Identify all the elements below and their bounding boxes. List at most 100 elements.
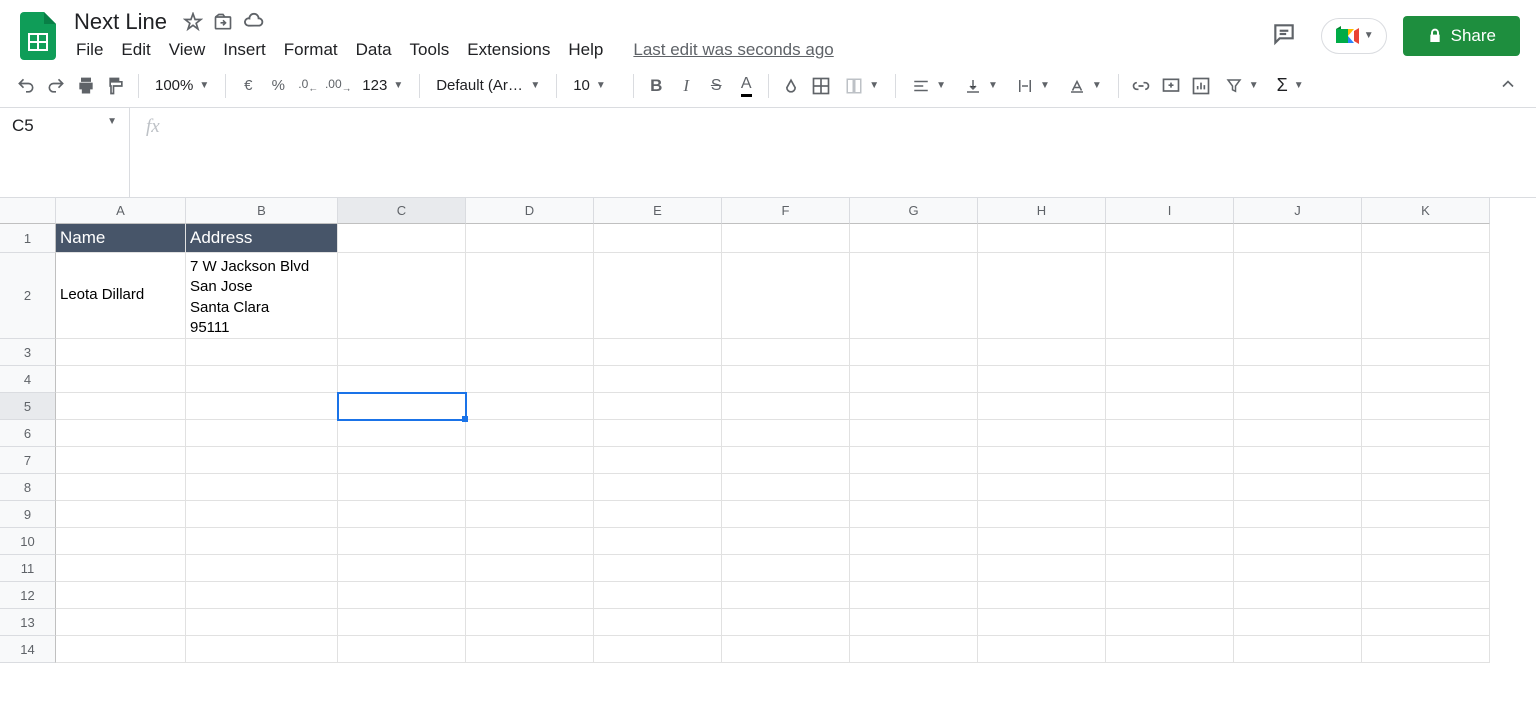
cell-I9[interactable] xyxy=(1106,501,1234,528)
more-formats-button[interactable]: 123▼ xyxy=(354,72,411,100)
cell-G6[interactable] xyxy=(850,420,978,447)
cell-B7[interactable] xyxy=(186,447,338,474)
cell-J7[interactable] xyxy=(1234,447,1362,474)
cell-J10[interactable] xyxy=(1234,528,1362,555)
cell-D11[interactable] xyxy=(466,555,594,582)
cell-D9[interactable] xyxy=(466,501,594,528)
cell-F7[interactable] xyxy=(722,447,850,474)
spreadsheet-grid[interactable]: A B C D E F G H I J K 1 Name Address 2 L… xyxy=(0,198,1536,663)
cell-E3[interactable] xyxy=(594,339,722,366)
cell-E5[interactable] xyxy=(594,393,722,420)
insert-chart-button[interactable] xyxy=(1187,72,1215,100)
vertical-align-button[interactable]: ▼ xyxy=(956,72,1006,100)
cell-F12[interactable] xyxy=(722,582,850,609)
cell-C10[interactable] xyxy=(338,528,466,555)
cell-H14[interactable] xyxy=(978,636,1106,663)
cell-G2[interactable] xyxy=(850,253,978,339)
cell-H4[interactable] xyxy=(978,366,1106,393)
text-color-button[interactable]: A xyxy=(732,72,760,100)
cell-F2[interactable] xyxy=(722,253,850,339)
cell-I7[interactable] xyxy=(1106,447,1234,474)
cell-H9[interactable] xyxy=(978,501,1106,528)
cell-I1[interactable] xyxy=(1106,224,1234,253)
row-header-14[interactable]: 14 xyxy=(0,636,56,663)
cell-B4[interactable] xyxy=(186,366,338,393)
cell-E1[interactable] xyxy=(594,224,722,253)
cell-I14[interactable] xyxy=(1106,636,1234,663)
cell-H12[interactable] xyxy=(978,582,1106,609)
increase-decimal-button[interactable]: .00→ xyxy=(324,72,352,100)
cell-J8[interactable] xyxy=(1234,474,1362,501)
merge-cells-button[interactable]: ▼ xyxy=(837,72,887,100)
cell-K4[interactable] xyxy=(1362,366,1490,393)
cell-F14[interactable] xyxy=(722,636,850,663)
cell-B8[interactable] xyxy=(186,474,338,501)
menu-tools[interactable]: Tools xyxy=(402,36,458,64)
row-header-3[interactable]: 3 xyxy=(0,339,56,366)
cell-C3[interactable] xyxy=(338,339,466,366)
cell-D4[interactable] xyxy=(466,366,594,393)
cell-D12[interactable] xyxy=(466,582,594,609)
cell-D7[interactable] xyxy=(466,447,594,474)
row-header-4[interactable]: 4 xyxy=(0,366,56,393)
cell-F6[interactable] xyxy=(722,420,850,447)
cell-K3[interactable] xyxy=(1362,339,1490,366)
col-header-F[interactable]: F xyxy=(722,198,850,224)
cell-G10[interactable] xyxy=(850,528,978,555)
cell-E2[interactable] xyxy=(594,253,722,339)
cell-K5[interactable] xyxy=(1362,393,1490,420)
cell-H2[interactable] xyxy=(978,253,1106,339)
cell-C5[interactable] xyxy=(338,393,466,420)
cell-A9[interactable] xyxy=(56,501,186,528)
cell-H11[interactable] xyxy=(978,555,1106,582)
cell-B2[interactable]: 7 W Jackson Blvd San Jose Santa Clara 95… xyxy=(186,253,338,339)
cell-H8[interactable] xyxy=(978,474,1106,501)
cell-F4[interactable] xyxy=(722,366,850,393)
row-header-9[interactable]: 9 xyxy=(0,501,56,528)
cell-H13[interactable] xyxy=(978,609,1106,636)
col-header-I[interactable]: I xyxy=(1106,198,1234,224)
currency-button[interactable]: € xyxy=(234,72,262,100)
cell-G5[interactable] xyxy=(850,393,978,420)
cell-B1[interactable]: Address xyxy=(186,224,338,253)
cell-E7[interactable] xyxy=(594,447,722,474)
cell-C6[interactable] xyxy=(338,420,466,447)
menu-file[interactable]: File xyxy=(68,36,111,64)
cell-H3[interactable] xyxy=(978,339,1106,366)
cell-A14[interactable] xyxy=(56,636,186,663)
cell-H5[interactable] xyxy=(978,393,1106,420)
cell-A13[interactable] xyxy=(56,609,186,636)
cell-B10[interactable] xyxy=(186,528,338,555)
cell-G12[interactable] xyxy=(850,582,978,609)
cell-E11[interactable] xyxy=(594,555,722,582)
fill-color-button[interactable] xyxy=(777,72,805,100)
cell-K8[interactable] xyxy=(1362,474,1490,501)
cell-G11[interactable] xyxy=(850,555,978,582)
cell-E14[interactable] xyxy=(594,636,722,663)
cell-I13[interactable] xyxy=(1106,609,1234,636)
cell-K14[interactable] xyxy=(1362,636,1490,663)
cell-K9[interactable] xyxy=(1362,501,1490,528)
cell-A7[interactable] xyxy=(56,447,186,474)
menu-format[interactable]: Format xyxy=(276,36,346,64)
print-button[interactable] xyxy=(72,72,100,100)
insert-link-button[interactable] xyxy=(1127,72,1155,100)
cell-C12[interactable] xyxy=(338,582,466,609)
cell-G13[interactable] xyxy=(850,609,978,636)
row-header-5[interactable]: 5 xyxy=(0,393,56,420)
cell-J3[interactable] xyxy=(1234,339,1362,366)
move-icon[interactable] xyxy=(213,12,233,32)
star-icon[interactable] xyxy=(183,12,203,32)
comments-icon[interactable] xyxy=(1263,13,1305,58)
col-header-B[interactable]: B xyxy=(186,198,338,224)
undo-button[interactable] xyxy=(12,72,40,100)
cell-A10[interactable] xyxy=(56,528,186,555)
cell-I6[interactable] xyxy=(1106,420,1234,447)
cell-I10[interactable] xyxy=(1106,528,1234,555)
cell-B11[interactable] xyxy=(186,555,338,582)
cell-D14[interactable] xyxy=(466,636,594,663)
cell-E10[interactable] xyxy=(594,528,722,555)
row-header-10[interactable]: 10 xyxy=(0,528,56,555)
cell-C7[interactable] xyxy=(338,447,466,474)
cell-H6[interactable] xyxy=(978,420,1106,447)
